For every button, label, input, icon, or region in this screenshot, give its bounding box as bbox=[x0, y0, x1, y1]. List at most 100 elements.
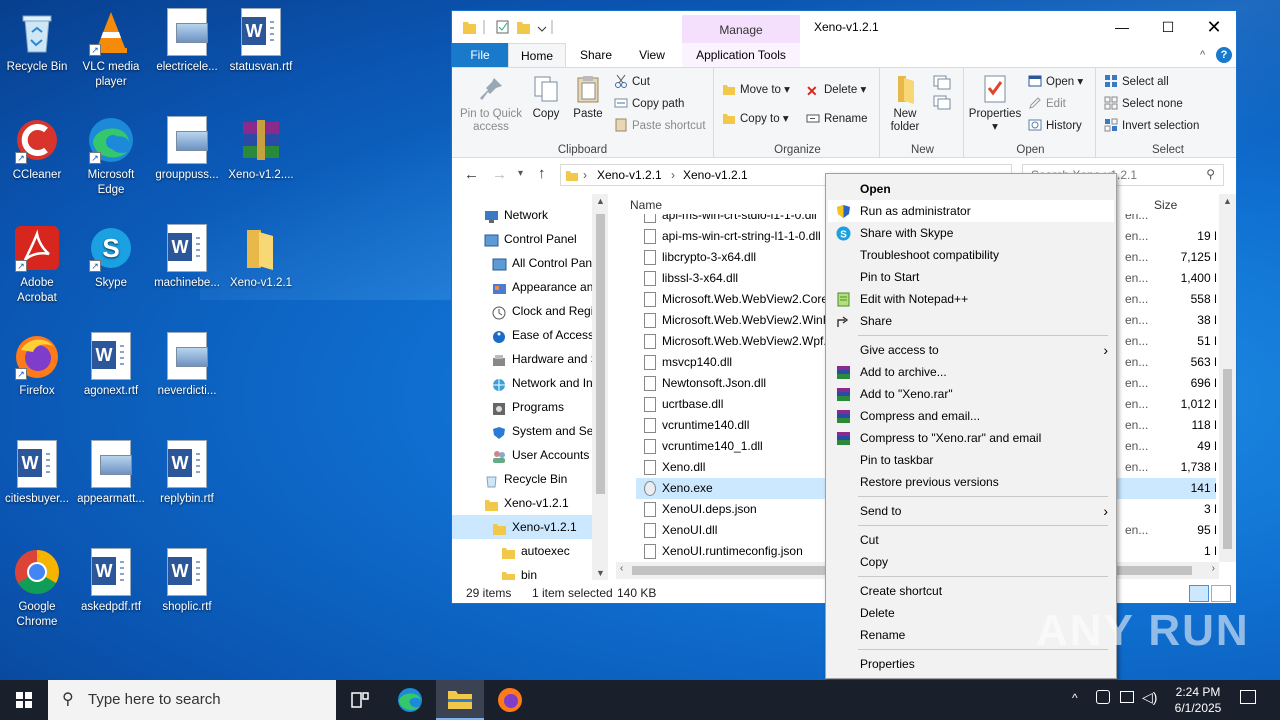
nav-item-recycle-bin[interactable]: Recycle Bin bbox=[452, 467, 594, 491]
move-to-button[interactable]: Move to ▾ bbox=[722, 81, 790, 99]
details-view-icon[interactable] bbox=[1189, 585, 1209, 602]
desktop-icon-ccleaner[interactable]: ↗ CCleaner bbox=[0, 116, 74, 183]
copy-button[interactable]: Copy bbox=[526, 74, 566, 121]
menu-item-create-shortcut[interactable]: Create shortcut bbox=[828, 580, 1114, 602]
nav-item-network-internet[interactable]: Network and Internet bbox=[452, 371, 594, 395]
taskbar-edge[interactable] bbox=[386, 680, 434, 720]
menu-item-share-skype[interactable]: S Share with Skype bbox=[828, 222, 1114, 244]
menu-item-cut[interactable]: Cut bbox=[828, 529, 1114, 551]
start-button[interactable] bbox=[0, 680, 48, 720]
nav-item-ease-of-access[interactable]: Ease of Access bbox=[452, 323, 594, 347]
desktop-icon-edge[interactable]: ↗ Microsoft Edge bbox=[74, 116, 148, 198]
desktop-icon-grouppuss[interactable]: grouppuss... bbox=[150, 116, 224, 183]
nav-item-appearance[interactable]: Appearance and Personalization bbox=[452, 275, 594, 299]
meet-now-icon[interactable] bbox=[1096, 690, 1110, 704]
desktop-icon-vlc[interactable]: ↗ VLC media player bbox=[74, 8, 148, 90]
nav-item-xeno-parent[interactable]: Xeno-v1.2.1 bbox=[452, 491, 594, 515]
menu-item-add-archive[interactable]: Add to archive... bbox=[828, 361, 1114, 383]
desktop-icon-citiesbuyer[interactable]: W citiesbuyer... bbox=[0, 440, 74, 507]
volume-icon[interactable]: ◁) bbox=[1142, 689, 1157, 706]
breadcrumb-1[interactable]: Xeno-v1.2.1 bbox=[597, 168, 662, 182]
desktop-icon-shoplic[interactable]: W shoplic.rtf bbox=[150, 548, 224, 615]
file-list-vertical-scrollbar[interactable]: ▲ bbox=[1219, 194, 1236, 562]
taskbar-firefox[interactable] bbox=[486, 680, 534, 720]
menu-item-pin-start[interactable]: Pin to Start bbox=[828, 266, 1114, 288]
rename-button[interactable]: Rename bbox=[806, 110, 867, 128]
desktop-icon-machinebe[interactable]: W machinebe... bbox=[150, 224, 224, 291]
nav-item-user-accounts[interactable]: User Accounts bbox=[452, 443, 594, 467]
invert-selection-button[interactable]: Invert selection bbox=[1104, 117, 1199, 135]
select-all-button[interactable]: Select all bbox=[1104, 73, 1169, 91]
desktop-icon-acrobat[interactable]: ↗ Adobe Acrobat bbox=[0, 224, 74, 306]
desktop-icon-skype[interactable]: S ↗ Skype bbox=[74, 224, 148, 291]
menu-item-pin-taskbar[interactable]: Pin to taskbar bbox=[828, 449, 1114, 471]
menu-item-send-to[interactable]: Send to › bbox=[828, 500, 1114, 522]
select-none-button[interactable]: Select none bbox=[1104, 95, 1183, 113]
desktop-icon-replybin[interactable]: W replybin.rtf bbox=[150, 440, 224, 507]
nav-item-xeno-current[interactable]: Xeno-v1.2.1 bbox=[452, 515, 594, 539]
back-arrow-icon[interactable]: ← bbox=[464, 166, 479, 183]
nav-item-bin[interactable]: bin bbox=[452, 563, 594, 580]
menu-item-copy[interactable]: Copy bbox=[828, 551, 1114, 573]
collapse-ribbon-icon[interactable]: ^ bbox=[1200, 49, 1205, 61]
desktop-icon-xeno-archive[interactable]: Xeno-v1.2.... bbox=[224, 116, 298, 183]
paste-shortcut-button[interactable]: Paste shortcut bbox=[614, 117, 706, 135]
copy-to-button[interactable]: Copy to ▾ bbox=[722, 110, 789, 128]
desktop-icon-electricele[interactable]: electricele... bbox=[150, 8, 224, 75]
manage-context-tab[interactable]: Manage bbox=[682, 15, 800, 43]
tab-file[interactable]: File bbox=[452, 43, 508, 67]
edit-button[interactable]: Edit bbox=[1028, 95, 1066, 113]
desktop-icon-agonext[interactable]: W agonext.rtf bbox=[74, 332, 148, 399]
menu-item-compress-rar-email[interactable]: Compress to "Xeno.rar" and email bbox=[828, 427, 1114, 449]
menu-item-run-as-admin[interactable]: Run as administrator bbox=[828, 200, 1114, 222]
open-button[interactable]: Open ▾ bbox=[1028, 73, 1083, 91]
delete-button[interactable]: ✕ Delete ▾ bbox=[806, 81, 866, 99]
desktop-icon-firefox[interactable]: ↗ Firefox bbox=[0, 332, 74, 399]
history-button[interactable]: History bbox=[1028, 117, 1082, 135]
tab-view[interactable]: View bbox=[626, 43, 678, 67]
desktop-icon-xeno-folder[interactable]: Xeno-v1.2.1 bbox=[224, 224, 298, 291]
breadcrumb-2[interactable]: Xeno-v1.2.1 bbox=[683, 168, 748, 182]
desktop-icon-statusvan[interactable]: W statusvan.rtf bbox=[224, 8, 298, 75]
task-view-button[interactable] bbox=[336, 680, 384, 720]
pin-quick-access-button[interactable]: Pin to Quick access bbox=[456, 74, 526, 134]
nav-scrollbar[interactable]: ▲ ▼ bbox=[592, 194, 608, 580]
recent-locations-chevron-icon[interactable]: ▾ bbox=[518, 168, 523, 179]
tab-share[interactable]: Share bbox=[568, 43, 624, 67]
desktop-icon-recycle-bin[interactable]: Recycle Bin bbox=[0, 8, 74, 75]
up-arrow-icon[interactable]: ↑ bbox=[538, 165, 546, 182]
menu-item-troubleshoot[interactable]: Troubleshoot compatibility bbox=[828, 244, 1114, 266]
desktop-icon-neverdicti[interactable]: neverdicti... bbox=[150, 332, 224, 399]
tab-application-tools[interactable]: Application Tools bbox=[682, 43, 800, 67]
paste-button[interactable]: Paste bbox=[568, 74, 608, 121]
new-item-icon[interactable] bbox=[932, 74, 958, 114]
properties-button[interactable]: Properties ▾ bbox=[966, 74, 1024, 134]
nav-item-network[interactable]: Network bbox=[452, 203, 594, 227]
nav-item-hardware-sound[interactable]: Hardware and Sound bbox=[452, 347, 594, 371]
system-clock[interactable]: 2:24 PM 6/1/2025 bbox=[1170, 684, 1226, 716]
menu-item-add-rar[interactable]: Add to "Xeno.rar" bbox=[828, 383, 1114, 405]
column-header-name[interactable]: Name bbox=[630, 198, 662, 212]
notifications-icon[interactable] bbox=[1240, 690, 1256, 704]
forward-arrow-icon[interactable]: → bbox=[492, 166, 507, 183]
nav-item-autoexec[interactable]: autoexec bbox=[452, 539, 594, 563]
desktop-icon-chrome[interactable]: Google Chrome bbox=[0, 548, 74, 630]
nav-item-system-security[interactable]: System and Security bbox=[452, 419, 594, 443]
close-button[interactable]: ✕ bbox=[1191, 11, 1237, 43]
taskbar-search-box[interactable]: ⚲ Type here to search bbox=[48, 680, 336, 720]
minimize-button[interactable]: — bbox=[1099, 11, 1145, 43]
nav-item-control-panel[interactable]: Control Panel bbox=[452, 227, 594, 251]
menu-item-open[interactable]: Open bbox=[828, 178, 1114, 200]
menu-item-share[interactable]: Share bbox=[828, 310, 1114, 332]
nav-item-programs[interactable]: Programs bbox=[452, 395, 594, 419]
menu-item-properties[interactable]: Properties bbox=[828, 653, 1114, 675]
nav-item-all-control-panel[interactable]: All Control Panel Items bbox=[452, 251, 594, 275]
nav-item-clock-region[interactable]: Clock and Region bbox=[452, 299, 594, 323]
show-hidden-icons-chevron-icon[interactable]: ^ bbox=[1072, 691, 1078, 705]
copy-path-button[interactable]: Copy path bbox=[614, 95, 684, 113]
menu-item-restore-versions[interactable]: Restore previous versions bbox=[828, 471, 1114, 493]
column-header-size[interactable]: Size bbox=[1154, 198, 1177, 212]
large-icons-view-icon[interactable] bbox=[1211, 585, 1231, 602]
new-folder-button[interactable]: New folder bbox=[884, 74, 926, 134]
help-icon[interactable]: ? bbox=[1216, 47, 1232, 63]
